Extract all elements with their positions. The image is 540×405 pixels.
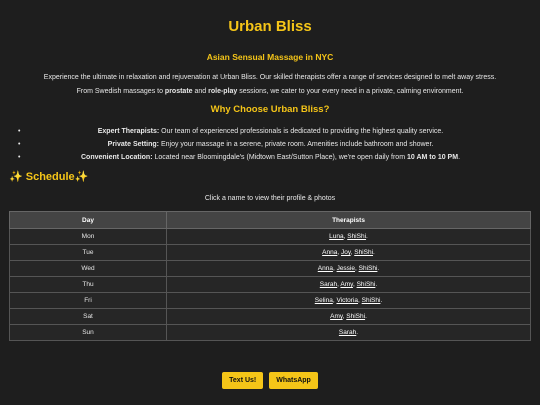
name-separator: . — [377, 265, 380, 272]
feature-text: . — [458, 154, 461, 161]
text-us-button[interactable]: Text Us! — [222, 372, 264, 389]
page-subtitle: Asian Sensual Massage in NYC — [206, 52, 334, 62]
therapist-link[interactable]: ShiShi — [362, 297, 381, 304]
intro-text-segment: and — [192, 87, 209, 95]
feature-item: • Expert Therapists: Our team of experien… — [18, 125, 523, 138]
table-row: Tue Anna, Joy, ShiShi. — [9, 244, 531, 261]
column-header-therapists: Therapists — [166, 211, 531, 229]
schedule-heading: ✨ Schedule✨ — [9, 171, 89, 183]
name-separator: . — [380, 297, 383, 304]
table-row: Thu Sarah, Amy, ShiShi. — [9, 276, 531, 293]
therapist-link[interactable]: Victoria — [336, 297, 358, 304]
day-cell: Mon — [9, 228, 167, 245]
contact-buttons: Text Us! WhatsApp — [0, 372, 540, 389]
table-row: Fri Selina, Victoria, ShiShi. — [9, 292, 531, 309]
therapists-cell: Anna, Jessie, ShiShi. — [166, 260, 531, 277]
name-separator: . — [375, 281, 378, 288]
feature-hours: 10 AM to 10 PM — [406, 154, 459, 161]
table-row: Mon Luna, ShiShi. — [9, 228, 531, 245]
intro-line-1: Experience the ultimate in relaxation an… — [43, 74, 497, 81]
feature-text: Located near Bloomingdale's (Midtown Eas… — [152, 154, 407, 161]
intro-text-segment: sessions, we cater to your every need in… — [237, 87, 464, 95]
day-cell: Sun — [9, 324, 167, 341]
therapist-link[interactable]: Sarah — [320, 281, 337, 288]
feature-item: • Private Setting: Enjoy your massage in … — [18, 138, 523, 151]
therapists-cell: Selina, Victoria, ShiShi. — [166, 292, 531, 309]
features-list: • Expert Therapists: Our team of experien… — [18, 125, 523, 164]
therapist-link[interactable]: Amy — [330, 313, 343, 320]
feature-text: Our team of experienced professionals is… — [159, 128, 444, 135]
table-row: Sun Sarah. — [9, 324, 531, 341]
therapists-cell: Sarah. — [166, 324, 531, 341]
schedule-table: Day Therapists Mon Luna, ShiShi. Tue Anna, … — [9, 211, 531, 341]
schedule-note: Click a name to view their profile & pho… — [204, 195, 336, 202]
therapist-link[interactable]: Amy — [340, 281, 353, 288]
feature-label: Expert Therapists: — [97, 128, 160, 135]
therapist-link[interactable]: Anna — [318, 265, 333, 272]
day-cell: Sat — [9, 308, 167, 325]
bullet-icon: • — [18, 141, 21, 148]
whatsapp-button[interactable]: WhatsApp — [269, 372, 318, 389]
page-title: Urban Bliss — [228, 18, 312, 35]
therapist-link[interactable]: Joy — [341, 249, 351, 256]
therapist-link[interactable]: Sarah — [339, 329, 356, 336]
therapist-link[interactable]: Luna — [329, 233, 343, 240]
table-row: Sat Amy, ShiShi. — [9, 308, 531, 325]
therapist-link[interactable]: Selina — [315, 297, 333, 304]
therapist-link[interactable]: Anna — [322, 249, 337, 256]
therapist-link[interactable]: ShiShi — [354, 249, 373, 256]
feature-item: • Convenient Location: Located near Bloom… — [18, 151, 523, 164]
intro-emphasis-roleplay: role-play — [208, 87, 238, 95]
therapist-link[interactable]: ShiShi — [347, 233, 366, 240]
intro-emphasis-prostate: prostate — [164, 87, 193, 95]
feature-label: Convenient Location: — [80, 154, 153, 161]
feature-label: Private Setting: — [107, 141, 160, 148]
table-header-row: Day Therapists — [9, 211, 531, 229]
why-heading: Why Choose Urban Bliss? — [210, 104, 330, 115]
bullet-icon: • — [18, 128, 21, 135]
therapists-cell: Anna, Joy, ShiShi. — [166, 244, 531, 261]
therapist-link[interactable]: ShiShi — [357, 281, 376, 288]
day-cell: Tue — [9, 244, 167, 261]
therapist-link[interactable]: Jessie — [337, 265, 355, 272]
therapists-cell: Amy, ShiShi. — [166, 308, 531, 325]
name-separator: . — [366, 233, 368, 240]
feature-text: Enjoy your massage in a serene, private … — [159, 141, 434, 148]
name-separator: . — [365, 313, 367, 320]
day-cell: Fri — [9, 292, 167, 309]
name-separator: . — [373, 249, 375, 256]
column-header-day: Day — [9, 211, 167, 229]
day-cell: Thu — [9, 276, 167, 293]
intro-text-segment: From Swedish massages to — [76, 87, 165, 95]
intro-text: Experience the ultimate in relaxation an… — [20, 71, 520, 98]
intro-line-2: From Swedish massages to prostate and ro… — [20, 85, 520, 99]
bullet-icon: • — [18, 154, 21, 161]
therapist-link[interactable]: ShiShi — [346, 313, 365, 320]
table-row: Wed Anna, Jessie, ShiShi. — [9, 260, 531, 277]
therapist-link[interactable]: ShiShi — [359, 265, 378, 272]
name-separator: . — [356, 329, 359, 336]
therapists-cell: Luna, ShiShi. — [166, 228, 531, 245]
therapists-cell: Sarah, Amy, ShiShi. — [166, 276, 531, 293]
day-cell: Wed — [9, 260, 167, 277]
